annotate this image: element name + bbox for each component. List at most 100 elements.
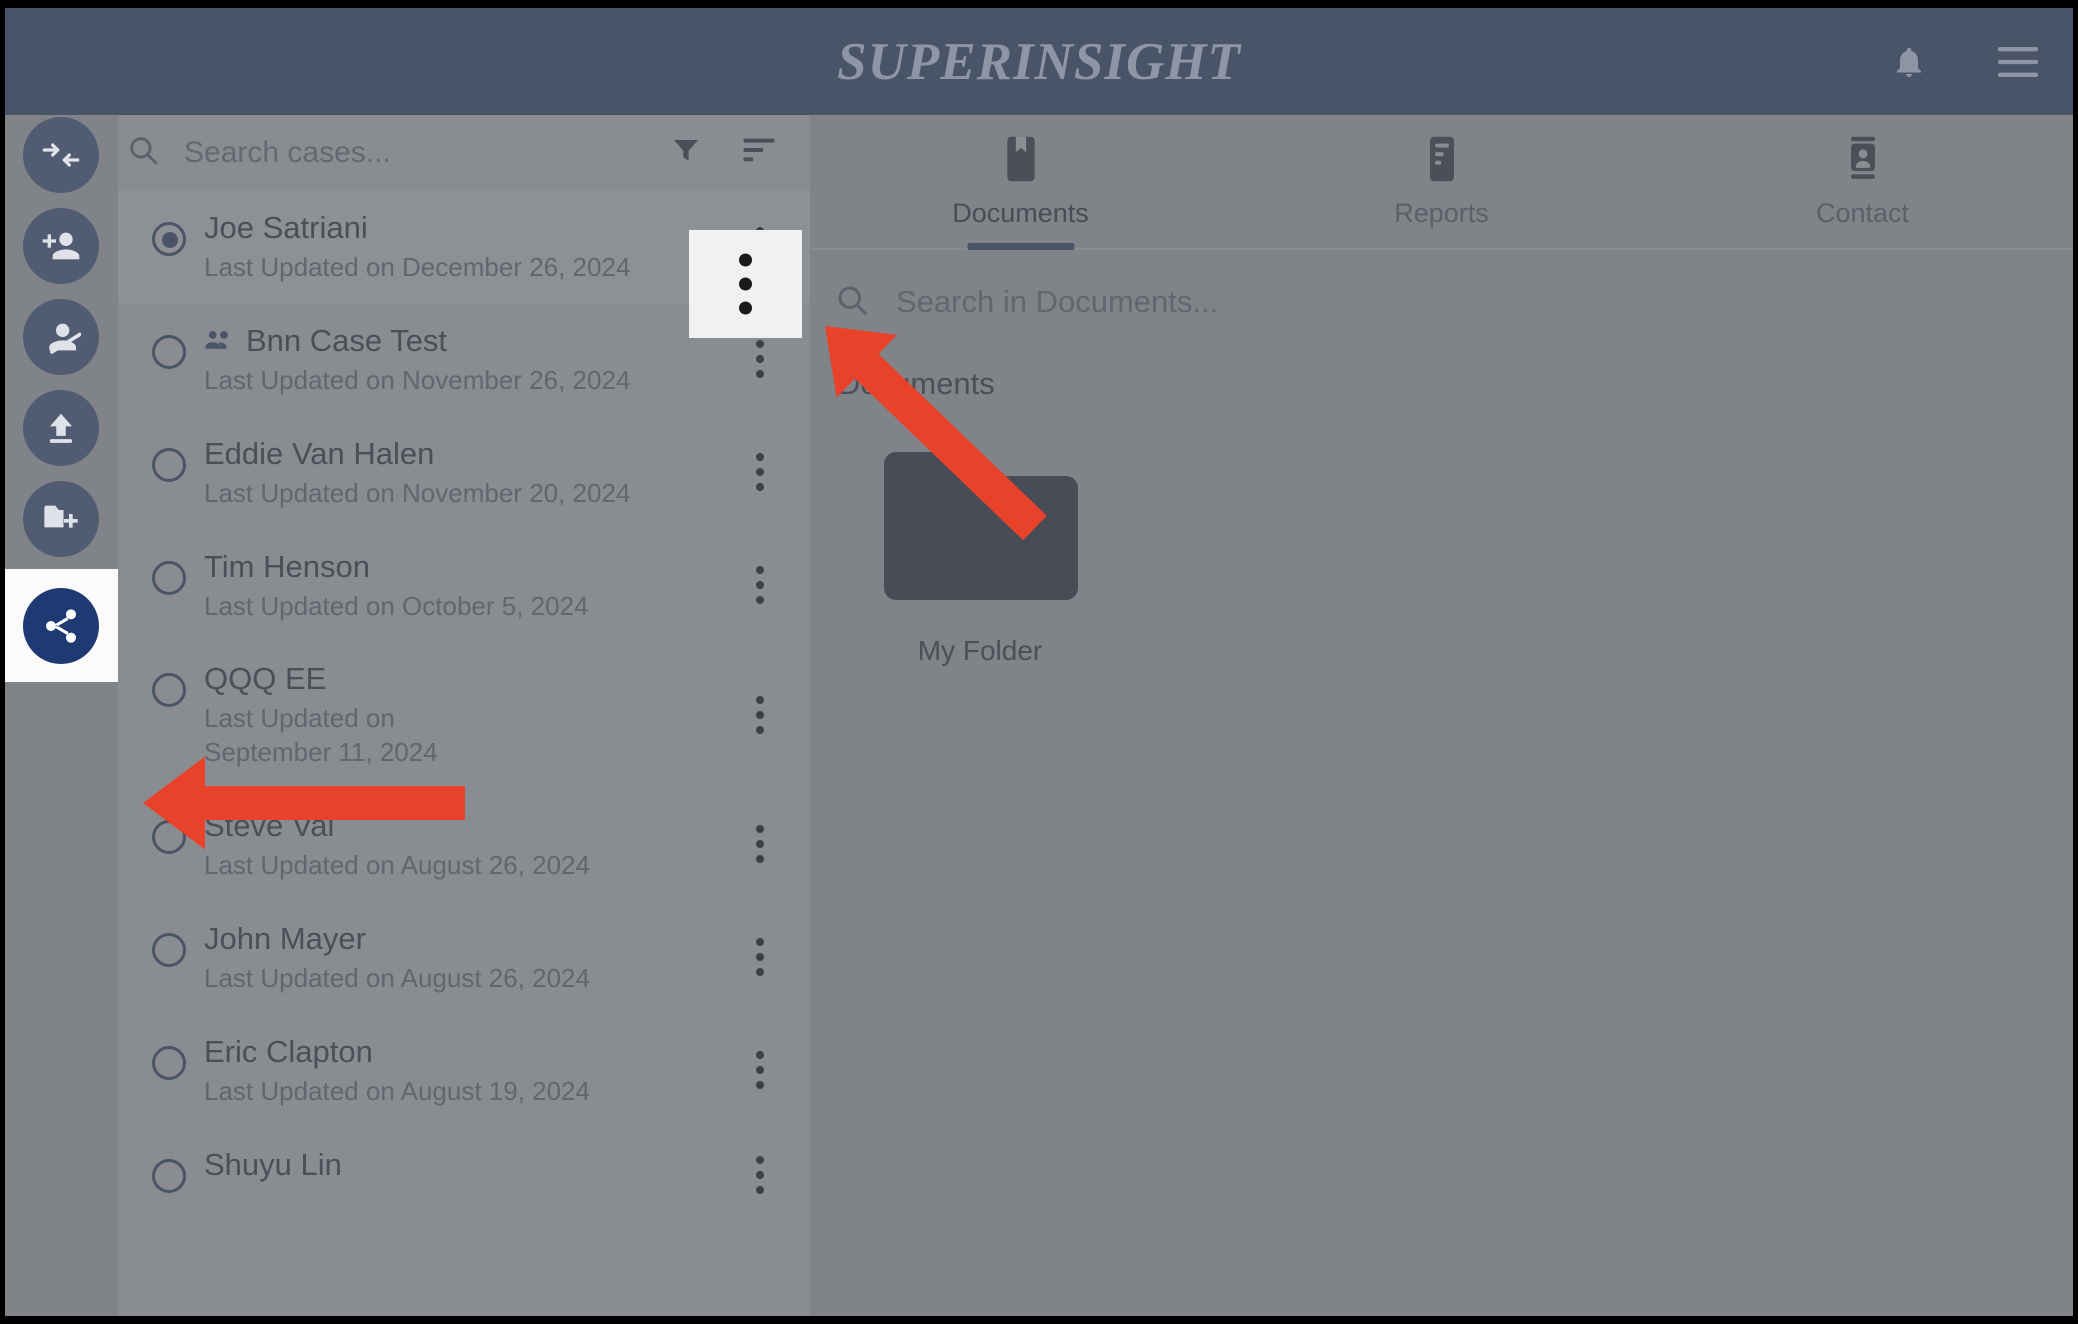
- main-content: Documents Reports Contact Search in Docume…: [810, 115, 2073, 1316]
- row-menu-button[interactable]: [740, 340, 780, 379]
- case-name: Bnn Case Test: [204, 321, 714, 360]
- row-menu-button[interactable]: [740, 565, 780, 604]
- case-select-radio[interactable]: [152, 932, 186, 967]
- case-updated-date: Last Updated on August 26, 2024: [204, 850, 590, 881]
- bell-icon[interactable]: [1891, 42, 1927, 82]
- case-name: Eddie Van Halen: [204, 434, 714, 473]
- case-text: Steve Vai Last Updated on August 26, 2024: [204, 806, 810, 883]
- case-select-radio[interactable]: [152, 334, 186, 369]
- case-list-item[interactable]: Shuyu Lin: [118, 1127, 810, 1223]
- group-case-icon: [204, 328, 234, 352]
- case-updated-date: Last Updated on November 26, 2024: [204, 364, 631, 395]
- case-updated-date: Last Updated on October 5, 2024: [204, 590, 589, 621]
- row-menu-button[interactable]: [726, 253, 766, 315]
- case-updated-date: Last Updated on November 20, 2024: [204, 477, 631, 508]
- case-search-input[interactable]: Search cases...: [184, 136, 670, 170]
- folder-add-icon: [41, 501, 81, 537]
- case-list-item[interactable]: Eddie Van Halen Last Updated on November …: [118, 416, 810, 529]
- folder-grid: My Folder: [810, 402, 2073, 667]
- case-select-radio[interactable]: [152, 820, 186, 855]
- case-name: QQQ EE: [204, 659, 498, 698]
- search-icon: [834, 282, 870, 323]
- transfer-case-button[interactable]: [23, 117, 99, 193]
- case-select-radio[interactable]: [152, 222, 186, 256]
- upload-icon: [42, 409, 80, 447]
- documents-section-title: Documents: [838, 366, 995, 401]
- documents-search-input[interactable]: Search in Documents...: [896, 284, 1218, 320]
- folder-icon: [880, 450, 1080, 607]
- case-name: John Mayer: [204, 919, 714, 958]
- case-name: Shuyu Lin: [204, 1145, 714, 1184]
- case-name: Tim Henson: [204, 547, 714, 586]
- case-updated-date: Last Updated on August 19, 2024: [204, 1075, 590, 1106]
- app-window: SUPERINSIGHT Search cases... Joe Satrian…: [0, 0, 2078, 1324]
- tab-contact[interactable]: Contact: [1652, 115, 2073, 248]
- case-name-label: Joe Satriani: [204, 210, 368, 245]
- app-logo: SUPERINSIGHT: [837, 32, 1241, 91]
- case-updated-date: Last Updated on December 26, 2024: [204, 252, 631, 283]
- remove-person-button[interactable]: [23, 299, 99, 375]
- row-menu-button[interactable]: [740, 453, 780, 492]
- case-updated-date: Last Updated on August 26, 2024: [204, 962, 590, 993]
- case-name-label: Shuyu Lin: [204, 1146, 342, 1182]
- row-menu-button[interactable]: [740, 695, 780, 734]
- case-text: QQQ EE Last Updated on September 11, 2024: [204, 659, 594, 770]
- case-name-label: Bnn Case Test: [246, 322, 448, 358]
- sort-icon[interactable]: [742, 135, 776, 170]
- filter-funnel-icon[interactable]: [670, 134, 702, 171]
- contact-card-icon: [1842, 135, 1884, 188]
- case-select-radio[interactable]: [152, 1158, 186, 1193]
- new-folder-button[interactable]: [23, 481, 99, 557]
- tab-documents[interactable]: Documents: [810, 115, 1231, 248]
- tab-label: Documents: [952, 197, 1089, 228]
- row-menu-button[interactable]: [740, 938, 780, 977]
- action-rail: [5, 115, 118, 1316]
- hamburger-menu-icon[interactable]: [1997, 46, 2039, 77]
- case-text: John Mayer Last Updated on August 26, 202…: [204, 919, 810, 996]
- share-button[interactable]: [23, 588, 99, 664]
- case-search-bar[interactable]: Search cases...: [118, 115, 810, 190]
- add-person-button[interactable]: [23, 208, 99, 284]
- case-name-label: QQQ EE: [204, 661, 327, 697]
- app-header: SUPERINSIGHT: [5, 8, 2073, 115]
- case-list-item[interactable]: John Mayer Last Updated on August 26, 202…: [118, 901, 810, 1014]
- person-off-icon: [41, 317, 81, 357]
- case-select-radio[interactable]: [152, 673, 186, 708]
- case-updated-date: Last Updated on September 11, 2024: [204, 703, 438, 768]
- case-name-label: Eric Clapton: [204, 1033, 373, 1069]
- content-tabs: Documents Reports Contact: [810, 115, 2073, 250]
- tab-label: Contact: [1815, 197, 1910, 228]
- case-list-item[interactable]: Steve Vai Last Updated on August 26, 2024: [118, 788, 810, 901]
- case-select-radio[interactable]: [152, 560, 186, 595]
- case-list-item[interactable]: Eric Clapton Last Updated on August 19, 2…: [118, 1014, 810, 1127]
- share-icon: [41, 606, 81, 646]
- row-menu-button[interactable]: [740, 1051, 780, 1090]
- case-name-label: Tim Henson: [204, 548, 370, 584]
- case-list-panel: Search cases... Joe Satriani Last Updated…: [118, 115, 810, 1316]
- case-select-radio[interactable]: [152, 1045, 186, 1080]
- case-name: Eric Clapton: [204, 1032, 714, 1071]
- case-text: Shuyu Lin: [204, 1145, 810, 1184]
- row-menu-highlight: [689, 230, 802, 338]
- header-actions: [1891, 8, 2039, 115]
- case-list-item[interactable]: Tim Henson Last Updated on October 5, 202…: [118, 529, 810, 642]
- case-name: Joe Satriani: [204, 208, 714, 247]
- search-icon: [126, 133, 160, 172]
- tab-reports[interactable]: Reports: [1231, 115, 1652, 248]
- folder-item[interactable]: My Folder: [880, 450, 1080, 667]
- case-text: Tim Henson Last Updated on October 5, 202…: [204, 547, 810, 624]
- case-text: Eric Clapton Last Updated on August 19, 2…: [204, 1032, 810, 1109]
- upload-button[interactable]: [23, 390, 99, 466]
- case-list-item[interactable]: QQQ EE Last Updated on September 11, 2024: [118, 641, 810, 788]
- folder-label: My Folder: [917, 635, 1043, 666]
- case-name-label: John Mayer: [204, 920, 366, 956]
- case-list: Joe Satriani Last Updated on December 26,…: [118, 190, 810, 1223]
- report-lines-icon: [1421, 135, 1463, 188]
- documents-search-bar[interactable]: Search in Documents...: [810, 250, 2073, 354]
- transfer-arrows-icon: [41, 135, 81, 175]
- person-add-icon: [41, 226, 81, 266]
- row-menu-button[interactable]: [740, 825, 780, 864]
- row-menu-button[interactable]: [740, 1155, 780, 1194]
- case-name: Steve Vai: [204, 806, 714, 845]
- case-select-radio[interactable]: [152, 447, 186, 482]
